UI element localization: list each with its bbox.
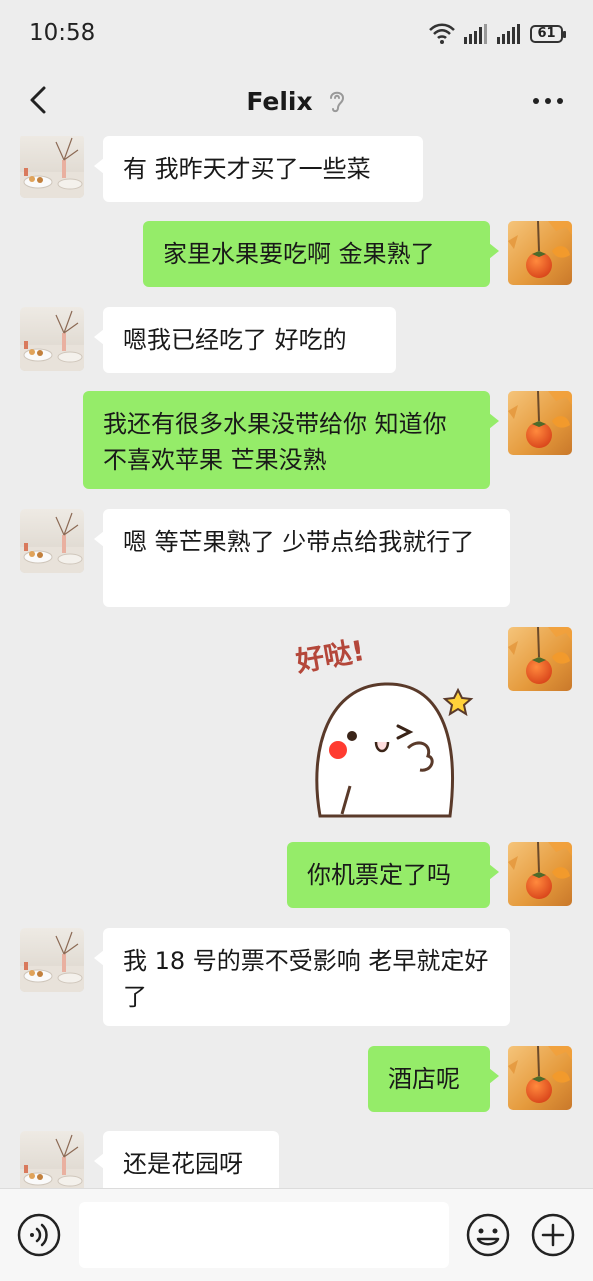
message-bubble-incoming[interactable]: 有 我昨天才买了一些菜: [94, 136, 423, 202]
status-time: 10:58: [29, 20, 96, 46]
contact-avatar[interactable]: [20, 307, 84, 371]
title-group: Felix: [0, 66, 593, 136]
sticker-message[interactable]: 好哒!: [290, 626, 490, 826]
contact-avatar[interactable]: [20, 509, 84, 573]
message-bubble-incoming[interactable]: 嗯 等芒果熟了 少带点给我就行了: [94, 509, 510, 607]
contact-avatar[interactable]: [20, 1131, 84, 1188]
voice-icon[interactable]: [16, 1212, 62, 1258]
signal-icon-1: [464, 24, 487, 44]
message-bubble-outgoing[interactable]: 酒店呢: [368, 1046, 499, 1112]
message-bubble-incoming[interactable]: 嗯我已经吃了 好吃的: [94, 307, 396, 373]
my-avatar[interactable]: [508, 1046, 572, 1110]
my-avatar[interactable]: [508, 391, 572, 455]
input-bar: [0, 1188, 593, 1281]
message-bubble-incoming[interactable]: 还是花园呀: [94, 1131, 279, 1188]
sticker-image: 好哒!: [293, 634, 474, 818]
sticker-caption: 好哒!: [293, 634, 367, 679]
message-bubble-outgoing[interactable]: 你机票定了吗: [287, 842, 499, 908]
emoji-icon[interactable]: [465, 1212, 511, 1258]
message-bubble-outgoing[interactable]: 我还有很多水果没带给你 知道你不喜欢苹果 芒果没熟: [83, 391, 499, 489]
status-icons: 61: [429, 22, 566, 46]
wifi-icon: [429, 23, 455, 44]
chat-title: Felix: [246, 86, 313, 116]
my-avatar[interactable]: [508, 221, 572, 285]
chat-header: Felix: [0, 66, 593, 136]
battery-indicator: 61: [530, 25, 566, 43]
contact-avatar[interactable]: [20, 928, 84, 992]
my-avatar[interactable]: [508, 842, 572, 906]
signal-icon-2: [497, 24, 520, 44]
contact-avatar[interactable]: [20, 136, 84, 198]
message-input[interactable]: [79, 1202, 449, 1268]
more-dots-icon[interactable]: [531, 86, 565, 116]
message-bubble-outgoing[interactable]: 家里水果要吃啊 金果熟了: [143, 221, 499, 287]
my-avatar[interactable]: [508, 627, 572, 691]
message-bubble-incoming[interactable]: 我 18 号的票不受影响 老早就定好了: [94, 928, 510, 1026]
plus-icon[interactable]: [530, 1212, 576, 1258]
status-bar: 10:58 61: [0, 0, 593, 66]
ear-icon: [329, 91, 344, 113]
message-list[interactable]: 有 我昨天才买了一些菜 家里水果要吃啊 金果熟了 嗯我已经吃了 好吃的 我还有很…: [0, 136, 593, 1188]
